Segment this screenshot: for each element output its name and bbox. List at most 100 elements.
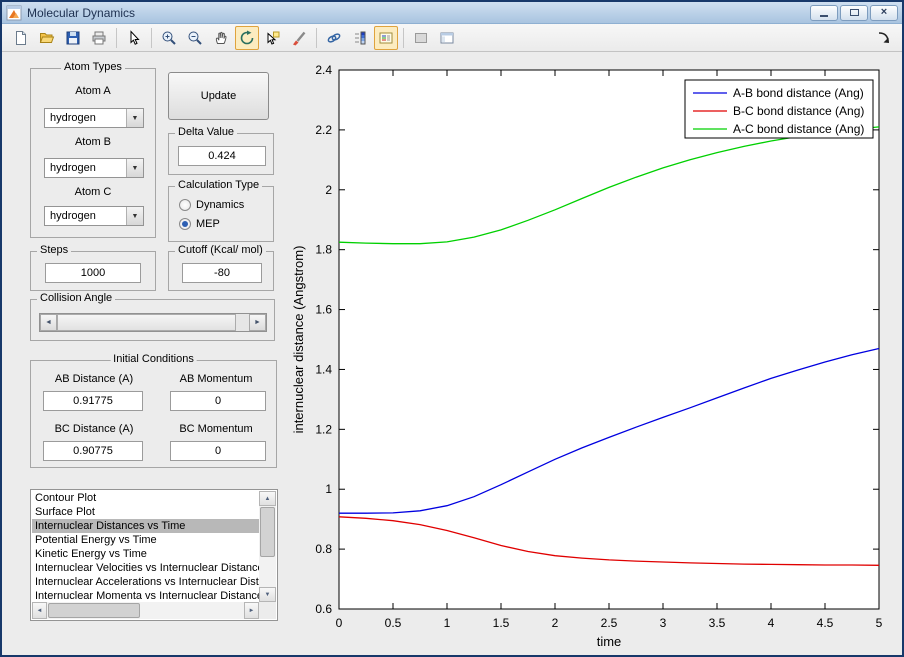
- cutoff-title: Cutoff (Kcal/ mol): [175, 244, 266, 256]
- rotate-3d-button[interactable]: [235, 25, 259, 50]
- zoom-in-button[interactable]: [157, 26, 181, 50]
- data-cursor-icon: [267, 31, 280, 45]
- maximize-button[interactable]: [840, 4, 868, 21]
- slider-left-arrow-button[interactable]: ◄: [40, 314, 57, 331]
- y-tick-label: 1.2: [315, 422, 332, 436]
- x-tick-label: 3.5: [709, 616, 726, 630]
- update-button[interactable]: Update: [168, 72, 269, 120]
- zoom-out-icon: [188, 31, 202, 45]
- bc-distance-label: BC Distance (A): [54, 423, 134, 435]
- list-item[interactable]: Potential Energy vs Time: [32, 533, 259, 547]
- data-cursor-button[interactable]: [261, 26, 285, 50]
- hide-plot-tools-button[interactable]: [409, 26, 433, 50]
- list-item[interactable]: Surface Plot: [32, 505, 259, 519]
- link-plot-button[interactable]: [322, 26, 346, 50]
- atom-b-dropdown[interactable]: hydrogen ▼: [44, 158, 144, 178]
- chart[interactable]: 0 0.5 1 1.5 2 2.5 3 3.5 4 4.5 5 0.6 0.8 1 1.2 1.4 1.6 1.8…: [289, 60, 897, 656]
- atom-c-label: Atom C: [74, 186, 112, 198]
- list-item[interactable]: Internuclear Momenta vs Internuclear Dis…: [32, 589, 259, 602]
- collision-angle-slider[interactable]: ◄ ►: [39, 313, 267, 332]
- scroll-up-button[interactable]: ▲: [259, 491, 276, 506]
- close-icon: ×: [880, 6, 888, 18]
- horizontal-scrollbar[interactable]: ◄ ►: [32, 602, 259, 619]
- mep-radio-label: MEP: [196, 218, 220, 230]
- x-tick-label: 2: [552, 616, 559, 630]
- zoom-out-button[interactable]: [183, 26, 207, 50]
- legend-entry: B-C bond distance (Ang): [733, 104, 864, 118]
- open-file-button[interactable]: [35, 26, 59, 50]
- bc-distance-input[interactable]: [43, 441, 143, 461]
- radio-selected-icon[interactable]: [179, 218, 191, 230]
- radio-icon[interactable]: [179, 199, 191, 211]
- chevron-down-icon[interactable]: ▼: [126, 109, 143, 127]
- list-item[interactable]: Kinetic Energy vs Time: [32, 547, 259, 561]
- scroll-down-button[interactable]: ▼: [259, 587, 276, 602]
- y-tick-label: 2: [325, 183, 332, 197]
- insert-colorbar-button[interactable]: [348, 26, 372, 50]
- x-tick-label: 0.5: [385, 616, 402, 630]
- toolbar-separator: [116, 27, 117, 48]
- mep-radio[interactable]: MEP: [179, 218, 220, 230]
- atom-a-label: Atom A: [75, 85, 111, 97]
- pan-button[interactable]: [209, 26, 233, 50]
- close-button[interactable]: ×: [870, 4, 898, 21]
- list-item[interactable]: Contour Plot: [32, 491, 259, 505]
- y-tick-label: 1: [325, 482, 332, 496]
- pointer-arrow-icon: [130, 29, 140, 45]
- slider-thumb[interactable]: [57, 314, 236, 331]
- save-figure-button[interactable]: [61, 26, 85, 50]
- x-tick-label: 1: [444, 616, 451, 630]
- dock-figure-icon[interactable]: [876, 30, 892, 46]
- atom-c-value: hydrogen: [50, 210, 96, 222]
- x-tick-label: 1.5: [493, 616, 510, 630]
- dynamics-radio[interactable]: Dynamics: [179, 199, 244, 211]
- dynamics-radio-label: Dynamics: [196, 199, 245, 211]
- slider-right-arrow-button[interactable]: ►: [249, 314, 266, 331]
- minimize-button[interactable]: [810, 4, 838, 21]
- steps-input[interactable]: [45, 263, 141, 283]
- cutoff-panel: Cutoff (Kcal/ mol): [168, 244, 274, 291]
- scrollbar-corner: [259, 602, 276, 619]
- legend-icon: [379, 32, 393, 43]
- atom-types-panel-title: Atom Types: [61, 61, 125, 73]
- atom-c-dropdown[interactable]: hydrogen ▼: [44, 206, 144, 226]
- delta-value-input[interactable]: [178, 146, 266, 166]
- chevron-down-icon[interactable]: ▼: [126, 207, 143, 225]
- list-item[interactable]: Internuclear Accelerations vs Internucle…: [32, 575, 259, 589]
- plot-type-listbox[interactable]: Contour Plot Surface Plot Internuclear Dis…: [30, 489, 278, 621]
- ab-distance-input[interactable]: [43, 391, 143, 411]
- new-figure-button[interactable]: [9, 26, 33, 50]
- steps-title: Steps: [37, 244, 72, 256]
- scroll-right-button[interactable]: ►: [244, 602, 259, 619]
- atom-a-dropdown[interactable]: hydrogen ▼: [44, 108, 144, 128]
- bc-momentum-input[interactable]: [170, 441, 266, 461]
- y-axis-label: internuclear distance (Angstrom): [291, 246, 306, 434]
- zoom-in-icon: [162, 31, 176, 45]
- y-tick-label: 1.6: [315, 303, 332, 317]
- show-plot-tools-button[interactable]: [435, 26, 459, 50]
- calculation-type-panel: Calculation Type Dynamics MEP: [168, 179, 274, 242]
- scroll-left-button[interactable]: ◄: [32, 602, 47, 619]
- titlebar[interactable]: Molecular Dynamics ×: [2, 2, 902, 24]
- bc-momentum-label: BC Momentum: [179, 423, 253, 435]
- collision-angle-title: Collision Angle: [37, 292, 116, 304]
- vertical-scrollbar[interactable]: ▲ ▼: [259, 491, 276, 602]
- list-item[interactable]: Internuclear Velocities vs Internuclear …: [32, 561, 259, 575]
- vertical-scroll-thumb[interactable]: [260, 507, 275, 557]
- list-item[interactable]: Internuclear Distances vs Time: [32, 519, 259, 533]
- horizontal-scroll-thumb[interactable]: [48, 603, 140, 618]
- maximize-icon: [849, 9, 859, 16]
- atom-a-value: hydrogen: [50, 112, 96, 124]
- chevron-down-icon[interactable]: ▼: [126, 159, 143, 177]
- y-tick-label: 1.4: [315, 362, 332, 376]
- hand-pan-icon: [215, 31, 227, 44]
- toolbar: [2, 24, 902, 52]
- insert-legend-button[interactable]: [374, 25, 398, 50]
- brush-data-button[interactable]: [287, 26, 311, 50]
- cutoff-input[interactable]: [182, 263, 262, 283]
- edit-plot-button[interactable]: [122, 26, 146, 50]
- x-tick-label: 2.5: [601, 616, 618, 630]
- ab-momentum-input[interactable]: [170, 391, 266, 411]
- print-figure-button[interactable]: [87, 26, 111, 50]
- window-title: Molecular Dynamics: [27, 5, 136, 20]
